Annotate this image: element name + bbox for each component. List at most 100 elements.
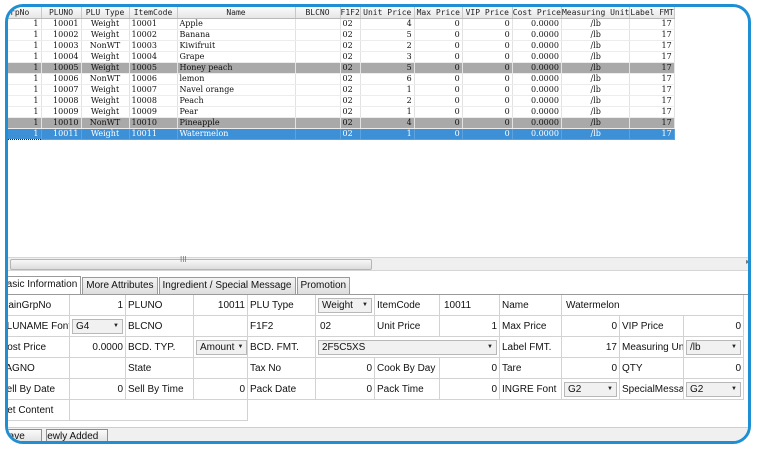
cell-name[interactable]: Grape — [177, 51, 296, 63]
cell-max[interactable]: 0 — [414, 128, 463, 140]
cell-pluno[interactable]: 10002 — [41, 29, 82, 41]
cell-cost[interactable]: 0.0000 — [512, 84, 562, 96]
col-header[interactable]: Measuring Unit — [561, 7, 631, 19]
ingre-font-select[interactable]: G2 ▼ — [564, 381, 617, 397]
table-row[interactable]: 1 10008 Weight 10008 Peach 02 2 0 0 0.0000/lb 17 — [8, 95, 675, 107]
cell-vip[interactable]: 0 — [462, 95, 513, 107]
cell-mu[interactable]: /lb — [561, 29, 631, 41]
table-row[interactable]: 1 10007 Weight 10007 Navel orange 02 1 0 0 0.0000… — [8, 84, 675, 96]
cell-blcno[interactable] — [295, 29, 341, 41]
cell-name[interactable]: Apple — [177, 18, 296, 30]
tab-ingredient-special-message[interactable]: Ingredient / Special Message — [158, 277, 296, 294]
cell-mu[interactable]: /lb — [561, 18, 631, 30]
cell-blcno[interactable] — [295, 73, 341, 85]
col-header[interactable]: Unit Price — [360, 7, 415, 19]
cell-code[interactable]: 10003 — [129, 40, 178, 52]
cell-vip[interactable]: 0 — [462, 40, 513, 52]
cell-code[interactable]: 10001 — [129, 18, 178, 30]
col-header[interactable]: Cost Price — [512, 7, 562, 19]
label-fmt-field[interactable]: 17 — [562, 337, 620, 358]
col-header[interactable]: Max Price — [414, 7, 463, 19]
name-field[interactable]: Watermelon — [562, 295, 744, 316]
save-button[interactable]: Save — [8, 429, 42, 441]
cell-type[interactable]: NonWT — [81, 117, 130, 129]
cell-code[interactable]: 10011 — [129, 128, 178, 140]
cell-type[interactable]: Weight — [81, 106, 130, 118]
col-header[interactable]: Name — [177, 7, 296, 19]
cell-name[interactable]: Honey peach — [177, 62, 296, 74]
scrollbar-thumb[interactable] — [10, 259, 372, 270]
special-message-select[interactable]: G2 ▼ — [686, 381, 741, 397]
cell-vip[interactable]: 0 — [462, 29, 513, 41]
cell-max[interactable]: 0 — [414, 95, 463, 107]
cell-code[interactable]: 10008 — [129, 95, 178, 107]
cell-vip[interactable]: 0 — [462, 128, 513, 140]
cell-lfmt[interactable]: 17 — [629, 106, 675, 118]
cell-mu[interactable]: /lb — [561, 40, 631, 52]
cell-mu[interactable]: /lb — [561, 62, 631, 74]
table-row[interactable]: 1 10002 Weight 10002 Banana 02 5 0 0 0.0000/lb 17 — [8, 29, 675, 41]
cell-f1f2[interactable]: 02 — [340, 73, 361, 85]
cell-cost[interactable]: 0.0000 — [512, 18, 562, 30]
cell-lfmt[interactable]: 17 — [629, 84, 675, 96]
cell-mu[interactable]: /lb — [561, 95, 631, 107]
cell-type[interactable]: Weight — [81, 95, 130, 107]
cell-unit[interactable]: 6 — [360, 73, 415, 85]
cell-unit[interactable]: 3 — [360, 51, 415, 63]
cell-cost[interactable]: 0.0000 — [512, 29, 562, 41]
cell-name[interactable]: Pineapple — [177, 117, 296, 129]
cell-f1f2[interactable]: 02 — [340, 40, 361, 52]
tax-no-field[interactable]: 0 — [316, 358, 375, 379]
cell-grp[interactable]: 1 — [8, 29, 42, 41]
cell-blcno[interactable] — [295, 51, 341, 63]
newly-added-button[interactable]: Newly Added — [46, 429, 108, 441]
cell-name[interactable]: Navel orange — [177, 84, 296, 96]
cell-max[interactable]: 0 — [414, 106, 463, 118]
cell-lfmt[interactable]: 17 — [629, 29, 675, 41]
cell-unit[interactable]: 1 — [360, 84, 415, 96]
f1f2-field[interactable]: 02 — [316, 316, 375, 337]
cell-vip[interactable]: 0 — [462, 73, 513, 85]
col-header[interactable]: PLU Type — [81, 7, 130, 19]
cell-grp[interactable]: 1 — [8, 95, 42, 107]
cell-type[interactable]: Weight — [81, 51, 130, 63]
table-row[interactable]: 1 10011 Weight 10011 Watermelon 02 1 0 0 0.0000/l… — [8, 128, 675, 140]
cell-pluno[interactable]: 10011 — [41, 128, 82, 140]
table-row[interactable]: 1 10001 Weight 10001 Apple 02 4 0 0 0.0000/lb 17 — [8, 18, 675, 30]
cell-lfmt[interactable]: 17 — [629, 40, 675, 52]
unit-price-field[interactable]: 1 — [440, 316, 500, 337]
cell-code[interactable]: 10009 — [129, 106, 178, 118]
cell-grp[interactable]: 1 — [8, 51, 42, 63]
cell-mu[interactable]: /lb — [561, 73, 631, 85]
cell-f1f2[interactable]: 02 — [340, 106, 361, 118]
cell-grp[interactable]: 1 — [8, 62, 42, 74]
col-header[interactable]: Label FMT — [629, 7, 675, 19]
cell-type[interactable]: Weight — [81, 128, 130, 140]
blcno-field[interactable] — [194, 316, 248, 337]
cell-unit[interactable]: 2 — [360, 40, 415, 52]
cell-f1f2[interactable]: 02 — [340, 84, 361, 96]
pack-date-field[interactable]: 0 — [316, 379, 375, 400]
cell-blcno[interactable] — [295, 18, 341, 30]
sell-by-date-field[interactable]: 0 — [70, 379, 126, 400]
cell-blcno[interactable] — [295, 106, 341, 118]
state-field[interactable] — [194, 358, 248, 379]
col-header[interactable]: PLUNO — [41, 7, 82, 19]
col-header[interactable]: BLCNO — [295, 7, 341, 19]
cell-unit[interactable]: 5 — [360, 62, 415, 74]
cell-vip[interactable]: 0 — [462, 62, 513, 74]
cell-unit[interactable]: 4 — [360, 18, 415, 30]
cell-max[interactable]: 0 — [414, 84, 463, 96]
table-row[interactable]: 1 10003 NonWT 10003 Kiwifruit 02 2 0 0 0.0000/lb 1… — [8, 40, 675, 52]
cell-unit[interactable]: 5 — [360, 29, 415, 41]
cell-blcno[interactable] — [295, 128, 341, 140]
cell-name[interactable]: Watermelon — [177, 128, 296, 140]
cell-lfmt[interactable]: 17 — [629, 73, 675, 85]
cell-pluno[interactable]: 10005 — [41, 62, 82, 74]
cell-cost[interactable]: 0.0000 — [512, 40, 562, 52]
cell-name[interactable]: Kiwifruit — [177, 40, 296, 52]
cell-vip[interactable]: 0 — [462, 18, 513, 30]
pluno-field[interactable]: 10011 — [194, 295, 248, 316]
bcd-typ-select[interactable]: Amount ▼ — [196, 339, 247, 355]
table-row[interactable]: 1 10005 Weight 10005 Honey peach 02 5 0 0 0.0000/… — [8, 62, 675, 74]
